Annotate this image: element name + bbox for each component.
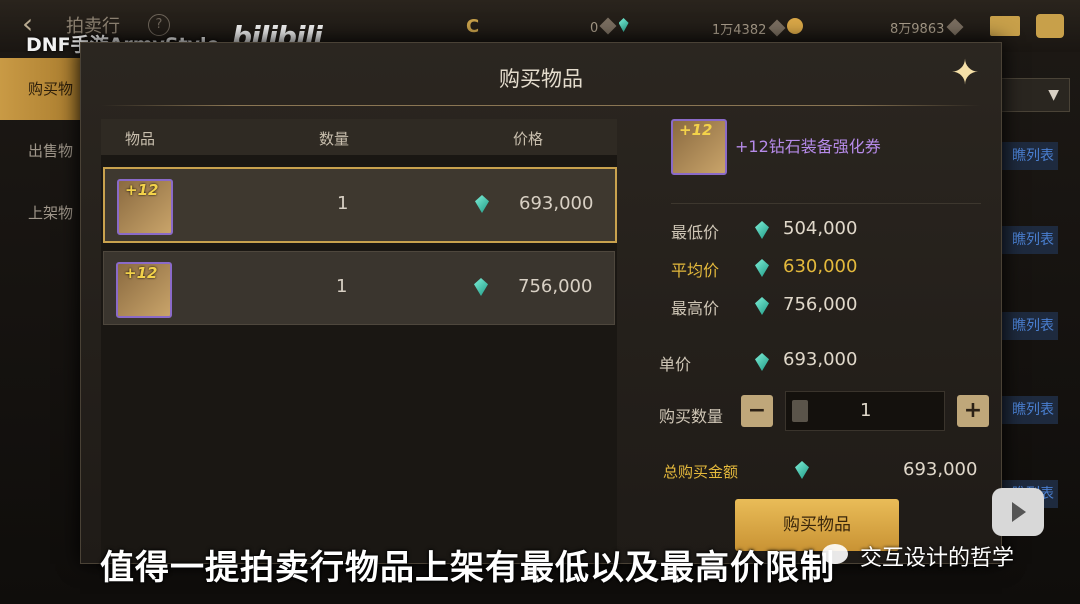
diamond-icon	[768, 19, 785, 37]
min-price-value: 504,000	[783, 218, 858, 239]
gem-icon	[755, 221, 769, 239]
gold-coin-icon	[786, 18, 803, 34]
unit-price-value: 693,000	[783, 349, 858, 370]
dialog-title: 购买物品	[499, 67, 583, 91]
video-subtitle: 值得一提拍卖行物品上架有最低以及最高价限制	[100, 548, 835, 588]
max-price-value: 756,000	[783, 294, 858, 315]
calculator-icon[interactable]	[792, 400, 808, 422]
listing-row[interactable]: +12 1 756,000	[103, 251, 615, 325]
total-label: 总购买金额	[663, 463, 739, 481]
gem-icon	[474, 278, 488, 296]
wechat-icon	[822, 544, 848, 564]
list-tag[interactable]: 瞧列表	[1000, 142, 1058, 170]
row-qty: 1	[336, 276, 348, 297]
diamond-icon	[946, 18, 963, 36]
sidebar-item-buy[interactable]: 购买物	[0, 58, 80, 120]
coupon-item-icon: +12	[117, 179, 173, 235]
gold-amount-value: 8万9863	[890, 22, 945, 37]
item-detail-panel: +12 +12钻石装备强化券 最低价 504,000 平均价 630,000 最…	[641, 119, 989, 563]
close-icon[interactable]: ✦	[947, 55, 983, 91]
header-price: 价格	[513, 130, 544, 148]
filter-dropdown[interactable]: ▼	[1000, 78, 1070, 112]
listing-panel: 物品 数量 价格 +12 1 693,000 +12 1 756,000	[101, 119, 617, 563]
listing-header: 物品 数量 价格	[101, 119, 617, 155]
decrease-qty-button[interactable]: −	[741, 395, 773, 427]
gem-icon	[475, 195, 489, 213]
gem-icon	[755, 353, 769, 371]
avg-price-label: 平均价	[671, 261, 720, 280]
gem-icon	[755, 297, 769, 315]
list-tag[interactable]: 瞧列表	[1000, 226, 1058, 254]
gem-amount: 1万4382	[712, 18, 803, 38]
item-badge: +12	[125, 181, 159, 199]
sidebar: 购买物 出售物 上架物	[0, 58, 80, 244]
bilibili-tv-icon	[992, 488, 1044, 536]
diamond-icon	[599, 17, 617, 35]
max-price-label: 最高价	[671, 299, 720, 318]
quantity-label: 购买数量	[659, 407, 724, 426]
min-price-label: 最低价	[671, 223, 720, 242]
mail-icon[interactable]	[990, 16, 1020, 36]
list-tag[interactable]: 瞧列表	[1000, 396, 1058, 424]
quantity-value: 1	[860, 400, 872, 421]
item-name: +12钻石装备强化券	[735, 137, 881, 156]
sidebar-item-listed[interactable]: 上架物	[0, 182, 80, 244]
gem-icon	[795, 461, 809, 479]
sidebar-item-sell[interactable]: 出售物	[0, 120, 80, 182]
item-badge: +12	[124, 264, 158, 282]
increase-qty-button[interactable]: +	[957, 395, 989, 427]
gem-icon	[755, 259, 769, 277]
gem-amount-value: 1万4382	[712, 23, 767, 38]
item-badge: +12	[679, 121, 713, 139]
gold-amount: 8万9863	[890, 18, 963, 37]
list-tag[interactable]: 瞧列表	[1000, 312, 1058, 340]
coupon-item-icon: +12	[671, 119, 727, 175]
coupon-item-icon: +12	[116, 262, 172, 318]
row-qty: 1	[337, 193, 349, 214]
quantity-input[interactable]: 1	[785, 391, 945, 431]
unit-price-label: 单价	[659, 355, 692, 374]
gem-icon	[618, 18, 629, 32]
chevron-down-icon: ▼	[1048, 87, 1059, 103]
chat-icon[interactable]	[1036, 14, 1064, 38]
c-amount: 0	[590, 17, 629, 36]
detail-divider	[671, 203, 981, 204]
c-amount-value: 0	[590, 21, 599, 36]
header-item: 物品	[125, 130, 156, 148]
wechat-account: 交互设计的哲学	[860, 546, 1015, 571]
purchase-dialog: 购买物品 ✦ 物品 数量 价格 +12 1 693,000 +12 1 756,…	[80, 42, 1002, 564]
c-coin-icon: C	[466, 16, 480, 37]
header-qty: 数量	[319, 130, 350, 148]
listing-row[interactable]: +12 1 693,000	[103, 167, 617, 243]
row-price: 693,000	[519, 193, 594, 214]
row-price: 756,000	[518, 276, 593, 297]
total-value: 693,000	[903, 459, 978, 480]
avg-price-value: 630,000	[783, 256, 858, 277]
title-divider	[101, 105, 981, 106]
